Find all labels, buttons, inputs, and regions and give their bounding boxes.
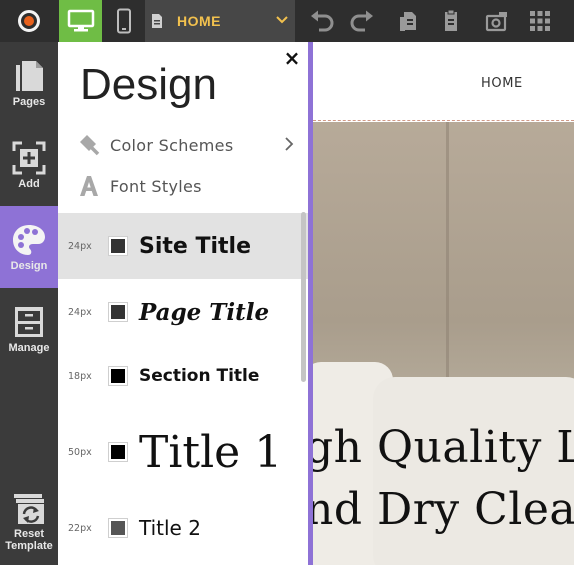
font-row-site-title[interactable]: 24px Site Title bbox=[58, 213, 308, 279]
font-size-label: 22px bbox=[68, 522, 92, 534]
headboard-seam bbox=[446, 122, 449, 382]
chevron-right-icon bbox=[285, 137, 294, 151]
font-color-swatch[interactable] bbox=[108, 442, 128, 462]
apps-grid-icon bbox=[530, 11, 550, 31]
font-size-label: 18px bbox=[68, 370, 92, 382]
font-row-title-1[interactable]: 50px Title 1 bbox=[58, 407, 308, 497]
sidebar-item-manage[interactable]: Manage bbox=[0, 288, 58, 370]
design-panel: Design × Color Schemes Font Styles 24px … bbox=[58, 42, 310, 565]
font-color-swatch[interactable] bbox=[108, 366, 128, 386]
page-document-icon bbox=[152, 14, 162, 28]
pages-icon bbox=[16, 60, 43, 91]
preview-icon bbox=[485, 12, 507, 32]
website-preview-canvas[interactable]: HOME gh Quality L nd Dry Clean bbox=[313, 42, 574, 565]
close-icon[interactable]: × bbox=[282, 46, 302, 70]
mobile-view-button[interactable] bbox=[102, 0, 145, 42]
copy-page-icon bbox=[400, 12, 416, 31]
reset-template-button[interactable]: Reset Template bbox=[0, 482, 58, 562]
add-icon bbox=[12, 141, 46, 174]
font-color-swatch[interactable] bbox=[108, 236, 128, 256]
paste-page-button[interactable] bbox=[436, 0, 466, 42]
manage-drawer-icon bbox=[15, 306, 43, 337]
sidebar-item-pages[interactable]: Pages bbox=[0, 42, 58, 124]
desktop-view-button[interactable] bbox=[59, 0, 102, 42]
sidebar-item-label: Manage bbox=[8, 341, 50, 354]
header-divider bbox=[313, 120, 574, 121]
reset-label-line1: Reset bbox=[14, 527, 44, 540]
menu-font-styles[interactable]: Font Styles bbox=[78, 173, 202, 199]
site-logo-icon[interactable] bbox=[0, 0, 58, 42]
top-toolbar: HOME bbox=[0, 0, 574, 42]
font-color-swatch[interactable] bbox=[108, 302, 128, 322]
page-selector-dropdown[interactable]: HOME bbox=[145, 0, 295, 42]
menu-color-schemes[interactable]: Color Schemes bbox=[78, 132, 308, 158]
left-sidebar: Pages Add Design Manage Reset Template bbox=[0, 42, 58, 565]
preview-button[interactable] bbox=[482, 0, 512, 42]
reset-template-icon bbox=[14, 493, 44, 524]
font-row-title-2[interactable]: 22px Title 2 bbox=[58, 497, 308, 559]
current-page-name: HOME bbox=[177, 13, 221, 29]
undo-icon bbox=[311, 10, 334, 32]
hero-image[interactable]: gh Quality L nd Dry Clean bbox=[313, 122, 574, 565]
redo-button[interactable] bbox=[346, 0, 378, 42]
menu-label: Font Styles bbox=[110, 176, 202, 196]
undo-button[interactable] bbox=[306, 0, 338, 42]
font-sample: Title 1 bbox=[139, 426, 283, 478]
font-size-label: 24px bbox=[68, 306, 92, 318]
hero-heading-line2: nd Dry Clean bbox=[313, 484, 574, 535]
sidebar-item-label: Design bbox=[10, 259, 48, 272]
desktop-monitor-icon bbox=[67, 9, 94, 32]
paint-brush-icon bbox=[80, 135, 100, 156]
font-size-label: 24px bbox=[68, 240, 92, 252]
mobile-phone-icon bbox=[116, 8, 131, 34]
palette-icon bbox=[13, 224, 45, 255]
hero-heading-line1: gh Quality L bbox=[313, 422, 574, 473]
panel-title: Design bbox=[80, 60, 217, 109]
font-row-page-title[interactable]: 24px Page Title bbox=[58, 279, 308, 345]
sidebar-item-label: Add bbox=[18, 177, 40, 190]
chevron-down-icon bbox=[276, 16, 288, 24]
font-sample: Title 2 bbox=[139, 516, 201, 540]
font-color-swatch[interactable] bbox=[108, 518, 128, 538]
sidebar-item-label: Pages bbox=[12, 95, 46, 108]
reset-label-line2: Template bbox=[5, 539, 53, 552]
sidebar-item-add[interactable]: Add bbox=[0, 124, 58, 206]
copy-page-button[interactable] bbox=[394, 0, 424, 42]
sidebar-item-design[interactable]: Design bbox=[0, 206, 58, 288]
menu-label: Color Schemes bbox=[110, 135, 234, 155]
site-nav-home-link[interactable]: HOME bbox=[481, 76, 523, 91]
font-sample: Section Title bbox=[139, 366, 260, 386]
font-sample: Site Title bbox=[139, 233, 252, 259]
paste-page-icon bbox=[445, 9, 457, 31]
panel-scrollbar[interactable] bbox=[301, 212, 306, 382]
redo-icon bbox=[350, 10, 373, 32]
font-a-icon bbox=[80, 176, 98, 196]
apps-grid-button[interactable] bbox=[526, 0, 554, 42]
font-sample: Page Title bbox=[139, 298, 270, 326]
font-row-section-title[interactable]: 18px Section Title bbox=[58, 345, 308, 407]
font-size-label: 50px bbox=[68, 446, 92, 458]
